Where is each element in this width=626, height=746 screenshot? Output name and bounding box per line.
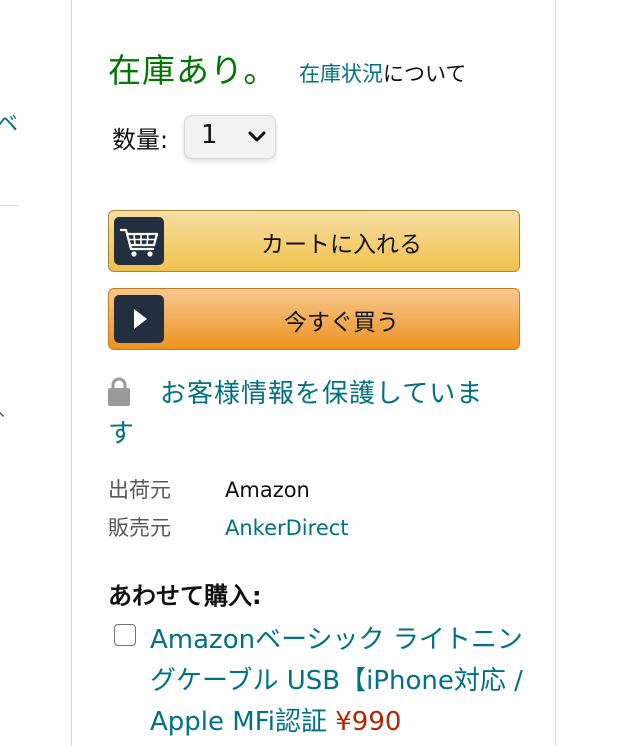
lock-icon: [108, 377, 130, 406]
seller-link[interactable]: AnkerDirect: [225, 516, 349, 540]
bundle-heading: あわせて購入:: [108, 582, 262, 610]
add-to-cart-button[interactable]: カートに入れる: [108, 210, 520, 272]
quantity-label: 数量:: [112, 126, 169, 154]
seller-row: 販売元 AnkerDirect: [108, 512, 349, 542]
bundle-item-text: Amazonベーシック ライトニングケーブル USB【iPhone対応 / Ap…: [150, 620, 530, 743]
quantity-select[interactable]: 1: [184, 115, 276, 159]
shipper-value: Amazon: [225, 478, 310, 502]
left-column-divider: [0, 205, 18, 206]
buy-now-button[interactable]: 今すぐ買う: [108, 288, 520, 350]
quantity-selected-value: 1: [201, 120, 218, 150]
add-to-cart-label: カートに入れる: [261, 232, 422, 258]
left-column-text-fragment: ベ: [0, 112, 19, 137]
availability-info-suffix: について: [383, 62, 467, 86]
availability-info: 在庫状況について: [299, 58, 466, 88]
availability-row: 在庫あり。 在庫状況について: [108, 44, 466, 92]
play-icon: [114, 295, 164, 343]
shipper-label: 出荷元: [108, 478, 171, 502]
cart-icon: [114, 217, 164, 265]
availability-info-link[interactable]: 在庫状況: [299, 62, 383, 86]
left-column-punctuation-fragment: 、: [0, 396, 16, 422]
bundle-item-price: ¥990: [335, 707, 402, 737]
secure-transaction: お客様情報を保護しています: [108, 374, 508, 454]
bundle-item-checkbox[interactable]: [114, 624, 136, 646]
chevron-down-icon: [248, 131, 266, 142]
availability-status: 在庫あり。: [108, 51, 278, 90]
buy-now-label: 今すぐ買う: [284, 310, 399, 336]
seller-label: 販売元: [108, 516, 171, 540]
shipper-row: 出荷元 Amazon: [108, 474, 310, 504]
product-page: ベ 、 在庫あり。 在庫状況について 数量: 1 カートに入: [0, 0, 626, 746]
secure-transaction-link[interactable]: お客様情報を保護しています: [108, 374, 508, 454]
